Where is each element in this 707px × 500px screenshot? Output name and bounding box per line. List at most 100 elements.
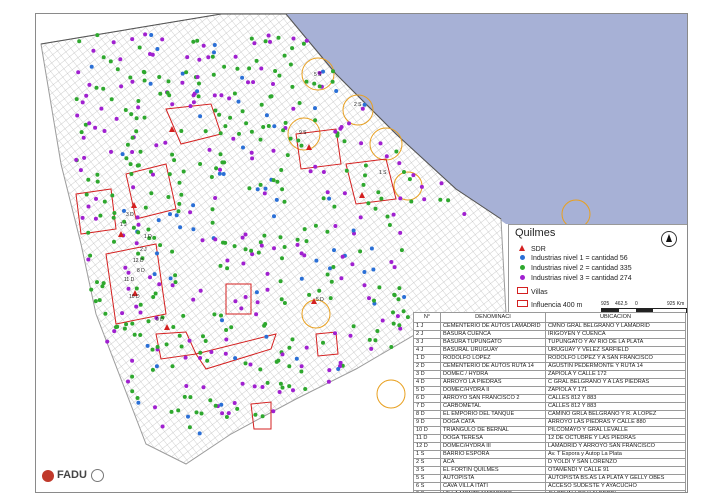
table-row: 10 D TRIANGULO DE BERNAL PILCOMAYO Y GRAL … <box>413 426 686 435</box>
row-number: 4 D <box>413 378 441 387</box>
industry-point <box>226 411 231 416</box>
industry-point <box>199 411 204 416</box>
industry-point <box>135 396 140 400</box>
industry-point <box>277 390 282 394</box>
industry-point <box>188 210 193 215</box>
industry-point <box>170 152 175 157</box>
industry-point <box>143 32 148 37</box>
industry-point <box>191 39 196 44</box>
industry-point <box>261 125 266 129</box>
row-denominacion: AUTOPISTA <box>440 474 546 483</box>
industry-point <box>333 331 337 336</box>
map-label: 2 S <box>354 102 362 108</box>
table-header: DENOMINACI <box>440 312 546 323</box>
industry-point <box>225 266 230 271</box>
industry-point <box>181 169 186 174</box>
row-number: 6 S <box>413 482 441 491</box>
industry-point <box>172 158 177 163</box>
industry-point <box>93 125 98 130</box>
industry-point <box>212 93 217 98</box>
industry-point <box>176 408 181 413</box>
row-denominacion: DOMEC/HYDRA III <box>440 442 546 451</box>
industry-point <box>397 286 402 291</box>
industry-point <box>422 197 427 202</box>
industry-point <box>302 227 307 232</box>
row-denominacion: BARRIO ESPORA <box>440 450 546 459</box>
industry-point <box>317 84 322 89</box>
industry-point <box>237 131 241 136</box>
table-row: 5 S AUTOPISTA AUTOPISTA BS.AS LA PLATA Y G… <box>413 474 686 483</box>
sites-table: N° DENOMINACI UBICACION 1 J CEMENTERIO DE… <box>413 312 686 492</box>
industry-point <box>243 232 248 237</box>
row-number: 1 D <box>413 354 441 363</box>
row-ubicacion: LAMADRID Y ARROYO SAN FRANCISCO <box>545 442 686 451</box>
row-ubicacion: CAMINO GRLA BELGRANO Y R. A LOPEZ <box>545 410 686 419</box>
industry-point <box>93 216 98 221</box>
industry-point <box>177 201 182 206</box>
row-denominacion: EL EMPORIO DEL TANQUE <box>440 410 546 419</box>
industry-point <box>188 395 193 400</box>
industry-point <box>241 145 245 150</box>
industry-point <box>198 114 203 119</box>
industry-point <box>158 91 163 96</box>
industry-point <box>344 168 349 173</box>
industry-point <box>369 246 374 251</box>
industry-point <box>259 102 264 107</box>
industry-point <box>304 79 309 84</box>
industry-point <box>89 287 94 292</box>
industry-point <box>243 361 248 366</box>
industry-point <box>136 222 141 227</box>
industry-point <box>249 248 254 253</box>
industry-point <box>313 118 318 123</box>
industry-point <box>240 75 245 80</box>
industry-point <box>262 191 267 196</box>
industry-point <box>333 224 338 228</box>
industry-point <box>165 90 170 95</box>
industry-point <box>115 324 120 329</box>
industry-point <box>108 59 113 64</box>
industry-point <box>81 135 86 140</box>
industry-point <box>101 55 106 60</box>
industry-point <box>295 237 300 242</box>
industry-point <box>342 191 347 196</box>
row-denominacion: CARBOMETAL <box>440 402 546 411</box>
industry-point <box>170 283 175 288</box>
industry-point <box>228 115 233 120</box>
industry-point <box>167 172 172 177</box>
industry-point <box>86 204 91 209</box>
table-row: 4 D ARROYO LA PIEDRAS C GRAL BELGRANO Y A … <box>413 378 686 387</box>
table-row: 5 D DOMEC/HYDRA II ZAPIOLA Y 171 <box>413 386 686 395</box>
industry-point <box>260 414 265 419</box>
industry-point <box>266 124 271 128</box>
industry-point <box>142 115 147 120</box>
industry-point <box>258 137 263 142</box>
industry-point <box>379 196 384 201</box>
industry-point <box>398 230 403 235</box>
industry-point <box>392 292 397 297</box>
industry-point <box>179 192 184 197</box>
industry-point <box>290 46 295 51</box>
industry-point <box>131 185 136 190</box>
industry-point <box>271 82 275 86</box>
industry-point <box>219 402 224 407</box>
industry-point <box>218 263 223 268</box>
industry-point <box>124 156 129 161</box>
row-denominacion: DOGA CATA <box>440 418 546 427</box>
table-row: 1 J CEMENTERIO DE AUTOS LAMADRID CMNO GRAL… <box>413 322 686 331</box>
industry-point <box>182 394 187 399</box>
industry-point <box>132 332 137 337</box>
industry-point <box>129 172 134 176</box>
industry-point <box>371 267 376 272</box>
industry-point <box>266 33 271 38</box>
industry-point <box>402 295 407 299</box>
industry-point <box>138 302 143 307</box>
industry-point <box>173 280 178 285</box>
row-number: 2 D <box>413 362 441 371</box>
industry-point <box>205 358 210 363</box>
industry-point <box>232 244 237 249</box>
industry-point <box>331 69 335 74</box>
industry-point <box>239 306 244 311</box>
industry-point <box>201 43 206 48</box>
industry-point <box>363 173 367 178</box>
industry-point <box>129 112 134 117</box>
